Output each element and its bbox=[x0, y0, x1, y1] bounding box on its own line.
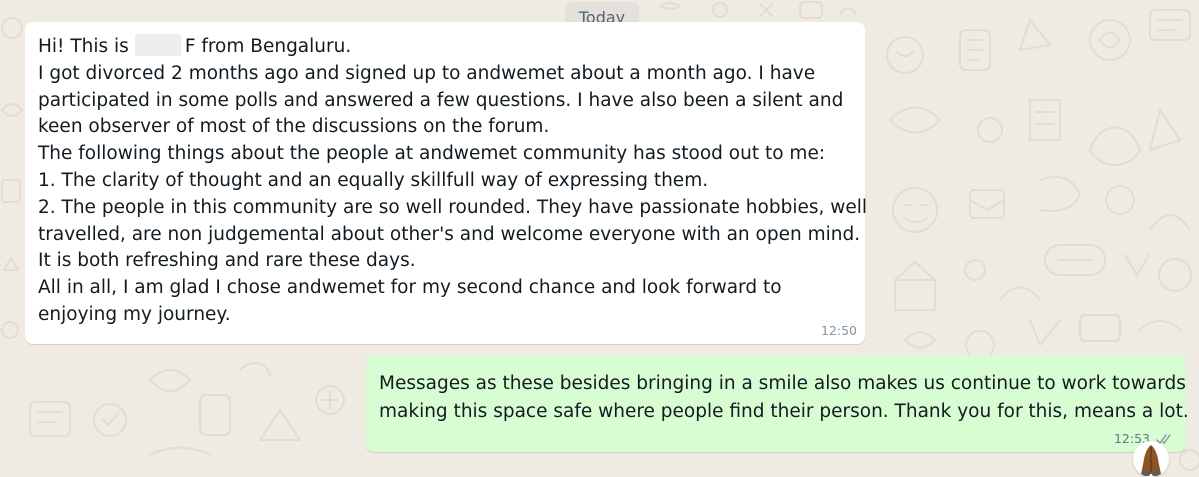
outgoing-message-bubble[interactable]: Messages as these besides bringing in a … bbox=[366, 355, 1189, 452]
incoming-message-line: The following things about the people at… bbox=[38, 143, 826, 165]
incoming-message-line: All in all, I am glad I chose andwemet f… bbox=[38, 277, 782, 299]
incoming-message-line: keen observer of most of the discussions… bbox=[38, 116, 550, 138]
incoming-message-bubble[interactable]: Hi! This is F from Bengaluru. I got divor… bbox=[25, 22, 868, 344]
incoming-message-line: enjoying my journey. bbox=[38, 303, 231, 325]
incoming-message-text: Hi! This is F from Bengaluru. I got divor… bbox=[38, 34, 868, 329]
incoming-message-line: travelled, are non judgemental about oth… bbox=[38, 223, 861, 245]
redacted-name-block bbox=[134, 34, 181, 56]
greeting-prefix: Hi! This is bbox=[38, 36, 129, 57]
reaction-badge[interactable] bbox=[1133, 441, 1169, 477]
incoming-message-line: It is both refreshing and rare these day… bbox=[38, 250, 416, 272]
incoming-message-line: I got divorced 2 months ago and signed u… bbox=[38, 62, 816, 84]
incoming-message-line: 2. The people in this community are so w… bbox=[38, 196, 868, 218]
outgoing-message-line: making this space safe where people find… bbox=[379, 401, 1189, 422]
greeting-suffix: F from Bengaluru. bbox=[184, 36, 352, 57]
incoming-message-line: 1. The clarity of thought and an equally… bbox=[38, 169, 709, 191]
incoming-message-line: Hi! This is F from Bengaluru. bbox=[38, 34, 853, 61]
incoming-message-line: participated in some polls and answered … bbox=[38, 89, 844, 111]
outgoing-message-text: Messages as these besides bringing in a … bbox=[379, 370, 1189, 426]
incoming-message-time: 12:50 bbox=[820, 323, 857, 338]
folded-hands-emoji-icon bbox=[1141, 445, 1161, 476]
outgoing-message-line: Messages as these besides bringing in a … bbox=[379, 373, 1186, 394]
